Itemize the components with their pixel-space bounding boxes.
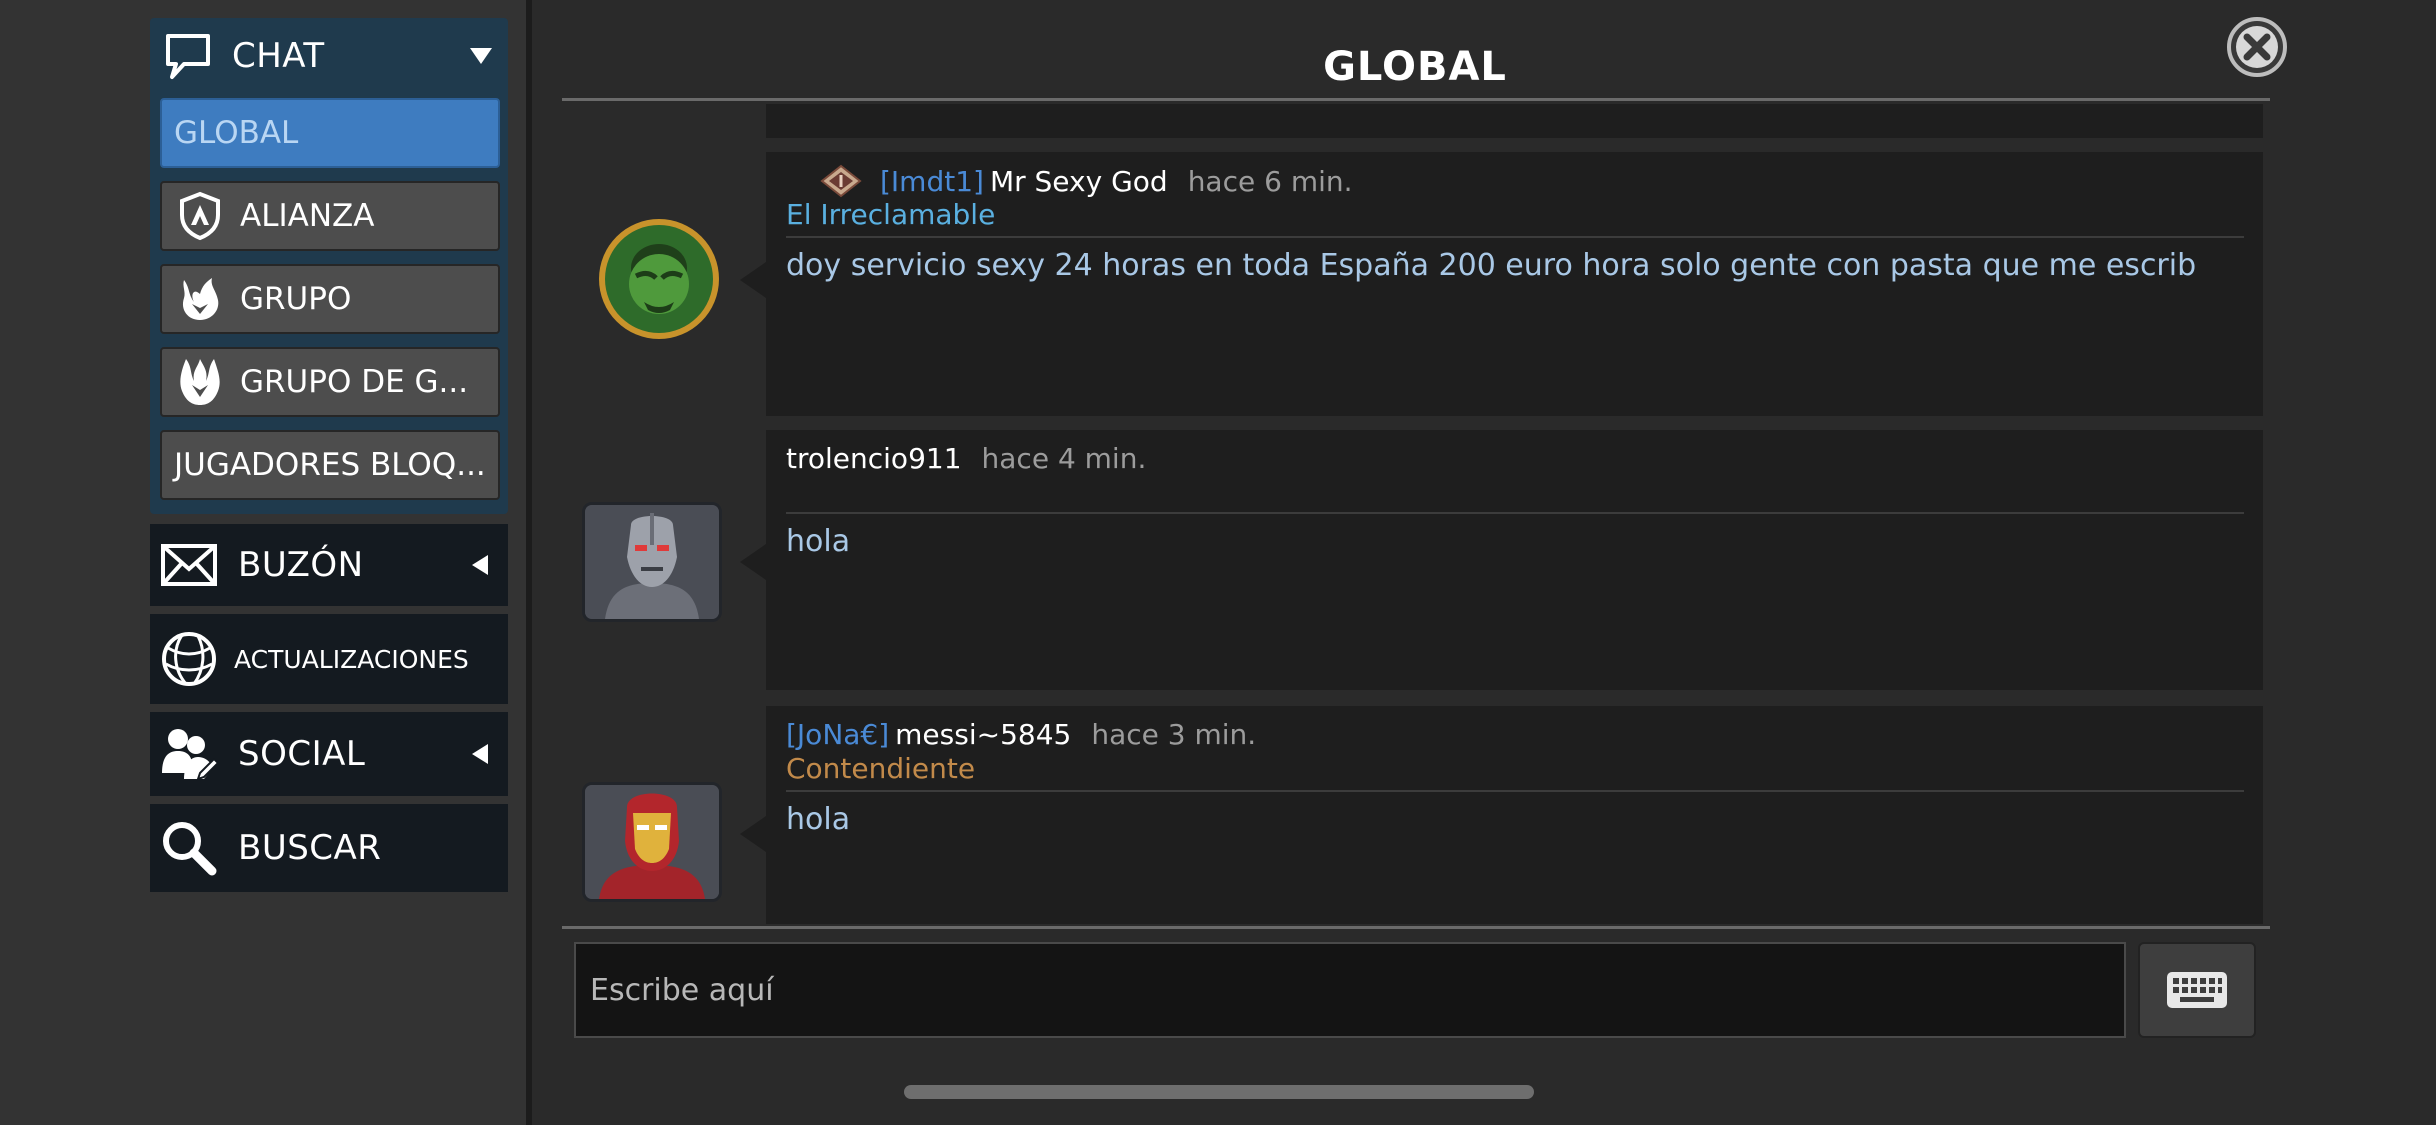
group-flame-icon — [178, 274, 222, 324]
chat-item-global[interactable]: GLOBAL — [160, 98, 500, 168]
username[interactable]: messi~5845 — [895, 718, 1071, 751]
message-text: hola — [786, 802, 851, 837]
message-row: trolencio911 hace 4 min. hola — [580, 428, 2264, 690]
ultron-avatar — [585, 505, 719, 619]
message-row: [Imdt1] Mr Sexy God hace 6 min. El Irrec… — [580, 150, 2264, 416]
message-bubble-partial — [766, 104, 2263, 138]
message-header: [Imdt1] Mr Sexy God hace 6 min. — [820, 164, 1353, 198]
rank-title: El Irreclamable — [786, 198, 996, 231]
chat-item-jugadores-bloqueados[interactable]: JUGADORES BLOQ... — [160, 430, 500, 500]
sidebar-divider — [526, 0, 532, 1125]
close-button[interactable] — [2226, 16, 2288, 78]
home-indicator[interactable] — [904, 1085, 1534, 1099]
close-icon — [2227, 17, 2287, 77]
message-text: doy servicio sexy 24 horas en toda Españ… — [786, 248, 2197, 283]
chevron-down-icon — [470, 48, 492, 64]
people-icon — [160, 725, 220, 783]
chat-menu-label: CHAT — [232, 36, 325, 76]
message-row: [JoNa€] messi~5845 hace 3 min. Contendie… — [580, 704, 2264, 924]
sidebar-item-label: SOCIAL — [238, 734, 366, 774]
bubble-tail — [740, 544, 766, 580]
avatar[interactable] — [582, 502, 722, 622]
message-bubble: [Imdt1] Mr Sexy God hace 6 min. El Irrec… — [766, 152, 2263, 416]
chat-title: GLOBAL — [1323, 44, 1507, 90]
avatar[interactable] — [582, 782, 722, 902]
chevron-left-icon — [472, 744, 488, 764]
message-header: [JoNa€] messi~5845 hace 3 min. — [786, 718, 1256, 751]
message-divider — [786, 236, 2244, 238]
avatar[interactable] — [596, 216, 722, 342]
chat-item-label: GLOBAL — [174, 115, 299, 151]
chat-item-label: JUGADORES BLOQ... — [174, 447, 486, 483]
message-input-box[interactable] — [574, 942, 2126, 1038]
bottom-divider — [562, 926, 2270, 929]
chat-item-label: GRUPO — [240, 281, 352, 317]
alliance-tag[interactable]: [Imdt1] — [880, 165, 984, 198]
sidebar-item-label: ACTUALIZACIONES — [234, 644, 469, 674]
message-bubble: trolencio911 hace 4 min. hola — [766, 430, 2263, 690]
timestamp: hace 3 min. — [1091, 718, 1257, 751]
timestamp: hace 4 min. — [981, 442, 1147, 475]
alliance-shield-icon — [178, 191, 222, 241]
chat-item-grupo[interactable]: GRUPO — [160, 264, 500, 334]
bubble-tail — [740, 262, 766, 298]
keyboard-icon — [2167, 972, 2227, 1008]
bubble-tail — [740, 816, 766, 852]
chat-menu-header[interactable]: CHAT — [150, 18, 508, 94]
magnifier-icon — [160, 819, 218, 877]
username[interactable]: Mr Sexy God — [990, 165, 1168, 198]
sidebar-item-actualizaciones[interactable]: ACTUALIZACIONES — [150, 614, 508, 704]
message-divider — [786, 790, 2244, 792]
sidebar-item-label: BUSCAR — [238, 828, 382, 868]
alliance-tag[interactable]: [JoNa€] — [786, 718, 889, 751]
speech-bubble-icon — [164, 31, 212, 81]
envelope-icon — [160, 543, 218, 587]
username[interactable]: trolencio911 — [786, 442, 962, 475]
message-divider — [786, 512, 2244, 514]
group-war-flame-icon — [178, 355, 222, 409]
rank-diamond-icon — [820, 164, 862, 198]
top-divider — [562, 98, 2270, 101]
hulk-avatar — [599, 219, 719, 339]
message-text: hola — [786, 524, 851, 559]
chat-item-alianza[interactable]: ALIANZA — [160, 181, 500, 251]
keyboard-button[interactable] — [2138, 942, 2256, 1038]
rank-title: Contendiente — [786, 752, 976, 785]
chat-item-label: ALIANZA — [240, 198, 375, 234]
message-input[interactable] — [576, 971, 2124, 1009]
sidebar-item-buzon[interactable]: BUZÓN — [150, 524, 508, 606]
sidebar-item-social[interactable]: SOCIAL — [150, 712, 508, 796]
chat-item-grupo-de-guerra[interactable]: GRUPO DE G... — [160, 347, 500, 417]
iron-man-avatar — [585, 785, 719, 899]
globe-icon — [160, 630, 218, 688]
sidebar-item-label: BUZÓN — [238, 545, 364, 585]
message-bubble: [JoNa€] messi~5845 hace 3 min. Contendie… — [766, 706, 2263, 924]
chevron-left-icon — [472, 555, 488, 575]
sidebar-item-buscar[interactable]: BUSCAR — [150, 804, 508, 892]
timestamp: hace 6 min. — [1187, 164, 1353, 198]
message-header: trolencio911 hace 4 min. — [786, 442, 1146, 475]
chat-item-label: GRUPO DE G... — [240, 364, 469, 400]
